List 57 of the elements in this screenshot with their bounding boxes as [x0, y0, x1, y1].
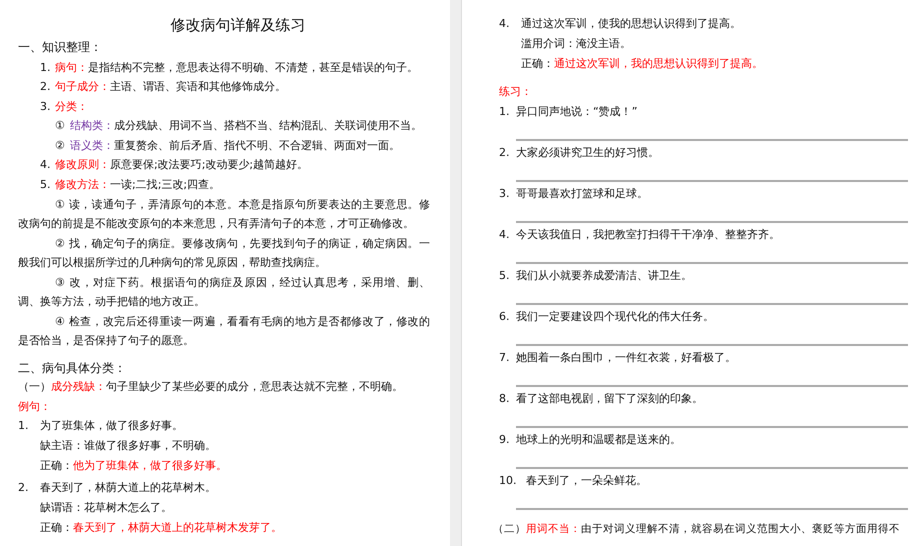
practice-label: 练习：	[499, 84, 532, 100]
correct-sentence: 正确：通过这次军训，我的思想认识得到了提高。	[521, 56, 763, 72]
category-text: （二）用词不当：由于对词义理解不清，就容易在词义范围大小、褒贬等方面用得不	[493, 522, 900, 538]
method-paragraph: ② 找，确定句子的病症。要修改病句，先要找到句子的病证，确定病因。一般我们可以根据所学过的几种病句的常见原因，帮助查找病症。	[18, 236, 431, 271]
item-number: 9.	[499, 432, 510, 448]
correct-sentence: 正确：他为了班集体，做了很多好事。	[40, 458, 227, 474]
item-number: 2.	[499, 144, 510, 161]
example-note: 滥用介词：淹没主语。	[521, 36, 631, 52]
item-number: 3.	[40, 98, 52, 114]
item-number: 1.	[40, 60, 52, 76]
item-text: 分类：	[55, 98, 88, 114]
item-text: 语义类：重复赘余、前后矛盾、指代不明、不合逻辑、两面对一面。	[70, 138, 400, 154]
example-note: 缺谓语：花草树木怎么了。	[40, 500, 172, 516]
examples-label: 例句：	[18, 398, 51, 415]
item-number: 2.	[18, 480, 30, 496]
item-number: 5.	[40, 176, 52, 192]
item-text: 句子成分：主语、谓语、宾语和其他修饰成分。	[55, 79, 286, 95]
item-number: 4.	[40, 157, 52, 173]
exercise-sentence: 异口同声地说：“赞成！”	[516, 104, 638, 120]
document-title: 修改病句详解及练习	[170, 15, 306, 36]
item-number: 3.	[499, 186, 510, 202]
item-text: 修改方法：一读;二找;三改;四查。	[55, 176, 220, 192]
example-sentence: 为了班集体，做了很多好事。	[40, 418, 183, 434]
item-text: 病句：是指结构不完整，意思表达得不明确、不清楚，甚至是错误的句子。	[55, 60, 418, 76]
exercise-sentence: 看了这部电视剧，留下了深刻的印象。	[516, 390, 703, 407]
example-note: 缺主语：谁做了很多好事，不明确。	[40, 438, 216, 454]
item-number: ②	[55, 138, 66, 154]
exercise-sentence: 她围着一条白围巾，一件红衣裳，好看极了。	[516, 350, 736, 366]
item-text: 结构类：成分残缺、用词不当、搭档不当、结构混乱、关联词使用不当。	[70, 118, 422, 134]
exercise-sentence: 我们从小就要养成爱清洁、讲卫生。	[516, 268, 692, 284]
method-paragraph: ④ 检查，改完后还得重读一两遍，看看有毛病的地方是否都修改了，修改的是否恰当，是否保持了句子的愿意。	[18, 314, 431, 349]
exercise-sentence: 哥哥最喜欢打篮球和足球。	[516, 186, 648, 202]
item-number: ①	[55, 118, 66, 134]
method-paragraph: ③ 改，对症下药。根据语句的病症及原因，经过认真思考，采用增、删、调、换等方法，动手把错的地方改正。	[18, 274, 432, 310]
item-number: 7.	[499, 350, 510, 366]
exercise-sentence: 地球上的光明和温暖都是送来的。	[516, 432, 681, 448]
category-text: （一）成分残缺：句子里缺少了某些必要的成分，意思表达就不完整，不明确。	[18, 378, 403, 395]
example-sentence: 通过这次军训，使我的思想认识得到了提高。	[521, 16, 741, 32]
exercise-sentence: 大家必须讲究卫生的好习惯。	[516, 144, 659, 161]
item-number: 2.	[40, 79, 52, 95]
exercise-sentence: 我们一定要建设四个现代化的伟大任务。	[516, 308, 714, 325]
item-number: 10.	[499, 472, 518, 489]
item-text: 修改原则：原意要保;改法要巧;改动要少;越简越好。	[55, 157, 308, 173]
method-paragraph: ① 读，读通句子，弄清原句的本意。本意是指原句所要表达的主要意思。修改病句的前提是不能改变原句的本来意思，只有弄清句子的本意，才可正确修改。	[18, 196, 431, 232]
item-number: 4.	[499, 16, 510, 32]
item-number: 1.	[499, 104, 510, 120]
item-number: 4.	[499, 226, 510, 243]
item-number: 8.	[499, 390, 510, 407]
section-heading: 一、知识整理：	[18, 39, 102, 56]
item-number: 1.	[18, 418, 30, 434]
item-number: 5.	[499, 268, 510, 284]
correct-sentence: 正确：春天到了，林荫大道上的花草树木发芽了。	[40, 520, 282, 536]
section-heading: 二、病句具体分类：	[18, 360, 126, 376]
item-number: 6.	[499, 308, 510, 325]
example-sentence: 春天到了，林荫大道上的花草树木。	[40, 480, 216, 496]
exercise-sentence: 春天到了，一朵朵鲜花。	[526, 472, 647, 489]
exercise-sentence: 今天该我值日，我把教室打扫得干干净净、整整齐齐。	[516, 226, 780, 243]
